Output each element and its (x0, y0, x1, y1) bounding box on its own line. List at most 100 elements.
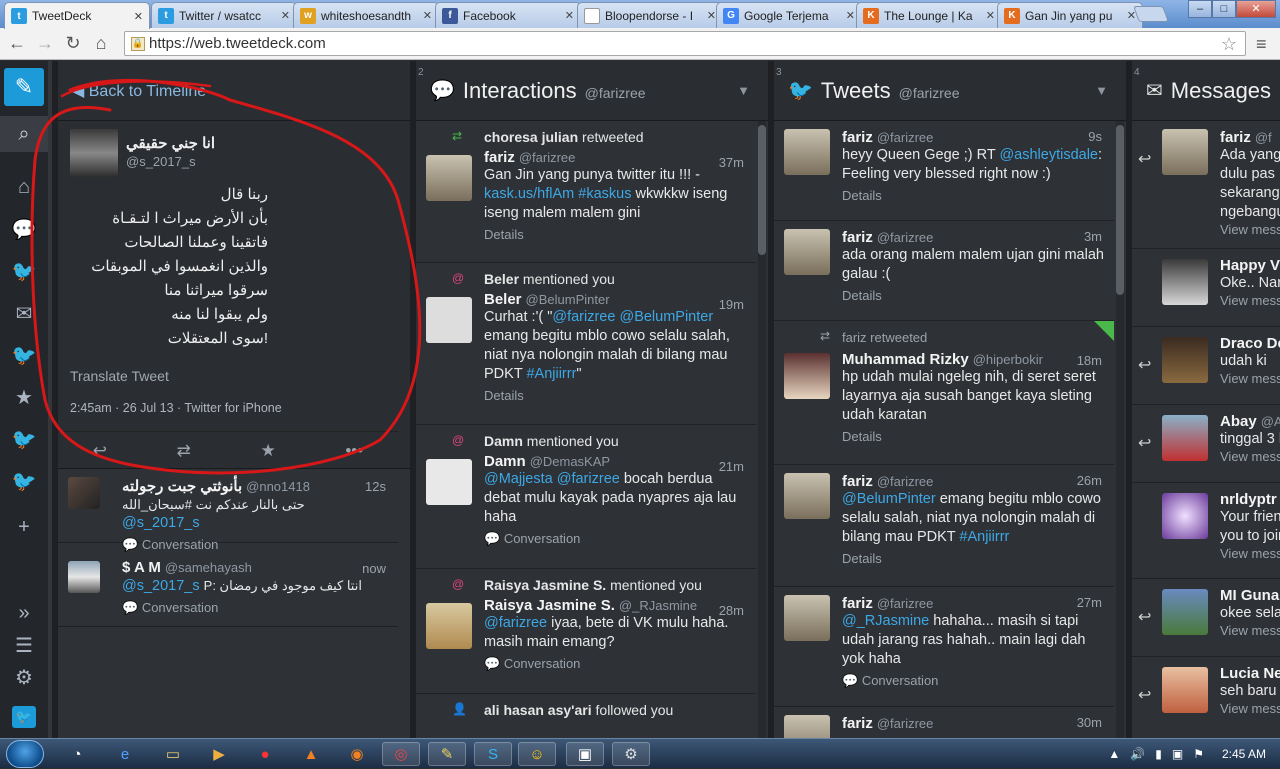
message-item[interactable]: Happy Vi Oke.. Nar View mess (1132, 249, 1280, 327)
scrollbar[interactable] (758, 121, 766, 738)
avatar[interactable] (784, 473, 830, 519)
message-item[interactable]: ↩ Draco De udah ki View mess (1132, 327, 1280, 405)
interaction-item[interactable]: ⇄ choresa julian retweeted fariz @farizree… (416, 121, 756, 263)
tab-gan-jin[interactable]: K Gan Jin yang pu ✕ (997, 2, 1143, 28)
wrench-menu-icon[interactable]: ≡ (1256, 34, 1267, 55)
tweets-column-header[interactable]: 3 🐦 Tweets @farizree ▼ (774, 61, 1126, 121)
avatar[interactable] (68, 561, 100, 593)
explorer-folder-icon[interactable]: ▭ (154, 742, 192, 766)
app-icon[interactable]: ● (246, 742, 284, 766)
avatar[interactable] (784, 353, 830, 399)
start-button[interactable] (6, 740, 44, 768)
more-icon[interactable]: ••• (345, 441, 363, 461)
flag-icon[interactable]: ⚑ (1193, 747, 1204, 761)
message-item[interactable]: nrldyptr Your frien you to joir View mes… (1132, 483, 1280, 579)
author-name[interactable]: انا جني حقيقي (126, 134, 215, 152)
interactions-column-header[interactable]: 2 💬 Interactions @farizree ▼ (416, 61, 768, 121)
tab-tweetdeck[interactable]: t TweetDeck ✕ (4, 2, 150, 29)
firefox-icon[interactable]: ◉ (338, 742, 376, 766)
reply-icon[interactable]: ↩ (1138, 433, 1151, 453)
close-icon[interactable]: ✕ (565, 9, 574, 22)
tweet-item[interactable]: fariz @farizree 9s heyy Queen Gege ;) RT … (774, 121, 1114, 221)
new-tab-button[interactable] (1133, 6, 1169, 22)
avatar[interactable] (70, 129, 118, 177)
scrollbar[interactable] (1116, 121, 1124, 738)
column-link-favorites[interactable]: ★ (0, 379, 48, 415)
avatar[interactable] (1162, 589, 1208, 635)
column-link-messages[interactable]: ✉ (0, 295, 48, 331)
media-player-icon[interactable]: ▶ (200, 742, 238, 766)
minimize-button[interactable]: – (1188, 0, 1212, 18)
network-icon[interactable]: ▮ (1155, 747, 1162, 761)
reply-item[interactable]: بأنوثتي جبت رجولته @nno1418 12s حتى بالنا… (58, 469, 398, 552)
vlc-icon[interactable]: ▲ (292, 742, 330, 766)
settings-app-icon[interactable]: ⚙ (612, 742, 650, 766)
messages-column-header[interactable]: 4 ✉ Messages @ (1132, 61, 1280, 121)
cmd-icon[interactable]: ▣ (566, 742, 604, 766)
compose-tweet-button[interactable]: ✎ (4, 68, 44, 106)
close-icon[interactable]: ✕ (281, 9, 290, 22)
tab-twitter[interactable]: t Twitter / wsatcc ✕ (151, 2, 297, 28)
twitter-account-button[interactable]: 🐦 (0, 699, 48, 735)
tweet-item[interactable]: ⇄ fariz retweeted Muhammad Rizky @hiperbok… (774, 321, 1114, 465)
column-link-home[interactable]: ⌂ (0, 169, 48, 205)
avatar[interactable] (426, 459, 472, 505)
tweet-item[interactable]: fariz @farizree 27m @_RJasmine hahaha... … (774, 587, 1114, 707)
column-link-7[interactable]: 🐦 (0, 421, 48, 457)
back-to-timeline-link[interactable]: ◀ Back to Timeline (72, 81, 206, 101)
settings-button[interactable]: ⚙ (0, 659, 48, 695)
avatar[interactable] (426, 603, 472, 649)
favorite-icon[interactable]: ★ (260, 441, 275, 461)
expand-sidebar-button[interactable]: » (0, 595, 48, 631)
tab-google-translate[interactable]: G Google Terjema ✕ (716, 2, 862, 28)
reply-item[interactable]: $ A M @samehayash now @s_2017_s انتا كيف … (58, 551, 398, 627)
skype-icon[interactable]: S (474, 742, 512, 766)
tweet-item[interactable]: fariz @farizree 26m @BelumPinter emang be… (774, 465, 1114, 587)
avatar[interactable] (426, 297, 472, 343)
avatar[interactable] (426, 155, 472, 201)
avatar[interactable] (1162, 337, 1208, 383)
address-bar[interactable]: 🔒 https://web.tweetdeck.com ☆ (124, 31, 1246, 56)
interaction-item[interactable]: @ Beler mentioned you Beler @BelumPinter 1… (416, 263, 756, 425)
message-item[interactable]: ↩ Lucia Ne seh baru View mess (1132, 657, 1280, 738)
avatar[interactable] (1162, 129, 1208, 175)
column-options-icon[interactable]: ▼ (737, 83, 750, 98)
reply-icon[interactable]: ↩ (93, 441, 107, 461)
tweet-item[interactable]: fariz @farizree 30m (774, 707, 1114, 738)
smiley-icon[interactable]: ☺ (518, 742, 556, 766)
picasa-icon[interactable]: ◔ (58, 742, 96, 766)
reply-icon[interactable]: ↩ (1138, 607, 1151, 627)
forward-icon[interactable]: → (34, 33, 56, 55)
translate-tweet-link[interactable]: Translate Tweet (70, 368, 169, 384)
reply-icon[interactable]: ↩ (1138, 355, 1151, 375)
message-item[interactable]: ↩ MI Guna okee selar View mess (1132, 579, 1280, 657)
reload-icon[interactable]: ↻ (62, 33, 84, 55)
retweet-icon[interactable]: ⇄ (177, 441, 191, 461)
power-icon[interactable]: ▣ (1172, 747, 1183, 761)
chrome-icon[interactable]: ◎ (382, 742, 420, 766)
column-link-5[interactable]: 🐦 (0, 337, 48, 373)
reply-icon[interactable]: ↩ (1138, 149, 1151, 169)
close-icon[interactable]: ✕ (134, 10, 143, 23)
clock[interactable]: 2:45 AM (1222, 747, 1266, 761)
internet-explorer-icon[interactable]: e (106, 742, 144, 766)
close-icon[interactable]: ✕ (423, 9, 432, 22)
avatar[interactable] (1162, 415, 1208, 461)
column-list-button[interactable]: ☰ (0, 627, 48, 663)
avatar[interactable] (784, 715, 830, 738)
interaction-item[interactable]: @ Damn mentioned you Damn @DemasKAP 21m @M… (416, 425, 756, 569)
avatar[interactable] (68, 477, 100, 509)
app-icon[interactable]: ✎ (428, 742, 466, 766)
message-item[interactable]: ↩ fariz @f Ada yang dulu pas sekarang nge… (1132, 121, 1280, 249)
search-button[interactable]: ⌕ (0, 116, 48, 152)
avatar[interactable] (784, 229, 830, 275)
close-icon[interactable]: ✕ (846, 9, 855, 22)
tab-facebook[interactable]: f Facebook ✕ (435, 2, 581, 28)
tweet-item[interactable]: fariz @farizree 3m ada orang malem malem … (774, 221, 1114, 321)
avatar[interactable] (1162, 667, 1208, 713)
chevron-up-icon[interactable]: ▲ (1108, 747, 1120, 761)
avatar[interactable] (1162, 259, 1208, 305)
column-link-tweets[interactable]: 🐦 (0, 253, 48, 289)
maximize-button[interactable]: □ (1212, 0, 1236, 18)
interaction-item[interactable]: @ Raisya Jasmine S. mentioned you Raisya … (416, 569, 756, 694)
